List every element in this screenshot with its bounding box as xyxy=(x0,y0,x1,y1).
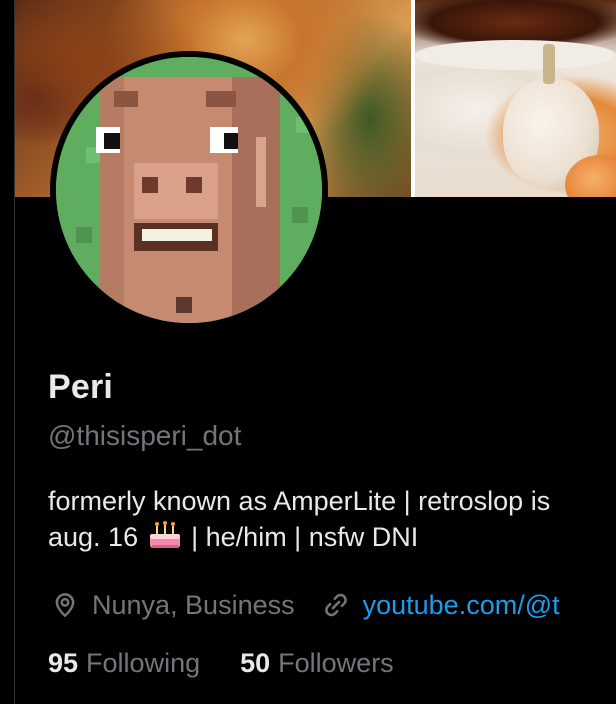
profile-avatar[interactable] xyxy=(50,51,328,329)
profile-bio: formerly known as AmperLite | retroslop … xyxy=(48,483,616,555)
bio-line-2-rest: | he/him | nsfw DNI xyxy=(191,522,419,552)
link-icon xyxy=(324,593,347,617)
bio-line-2: aug. 16 | he/him | nsfw DNI xyxy=(48,519,616,555)
following-stat[interactable]: 95 Following xyxy=(48,648,200,679)
banner-image-pumpkins xyxy=(415,0,616,197)
profile-meta-row: Nunya, Business youtube.com/@t xyxy=(50,586,560,624)
location-item: Nunya, Business xyxy=(50,590,295,621)
following-label: Following xyxy=(86,648,201,678)
user-handle: @thisisperi_dot xyxy=(48,420,242,451)
pixel-pig-avatar-icon xyxy=(56,57,322,323)
bio-line-1: formerly known as AmperLite | retroslop … xyxy=(48,486,551,516)
pumpkin-stem-shape xyxy=(543,44,555,84)
location-text: Nunya, Business xyxy=(92,589,295,620)
followers-stat[interactable]: 50 Followers xyxy=(240,648,394,679)
left-column-border xyxy=(0,0,15,704)
location-pin-icon xyxy=(55,593,75,618)
display-name: Peri xyxy=(48,368,114,406)
website-item[interactable]: youtube.com/@t xyxy=(321,590,560,621)
followers-count: 50 xyxy=(240,648,271,678)
birthday-text: aug. 16 xyxy=(48,522,139,552)
plate-shape xyxy=(415,40,616,70)
following-count: 95 xyxy=(48,648,79,678)
follow-stats-row: 95 Following 50 Followers xyxy=(48,648,394,679)
avatar-image xyxy=(56,57,322,323)
website-link[interactable]: youtube.com/@t xyxy=(363,590,560,621)
followers-label: Followers xyxy=(278,648,394,678)
birthday-cake-emoji xyxy=(149,521,180,548)
profile-page: Peri @thisisperi_dot formerly known as A… xyxy=(0,0,616,704)
